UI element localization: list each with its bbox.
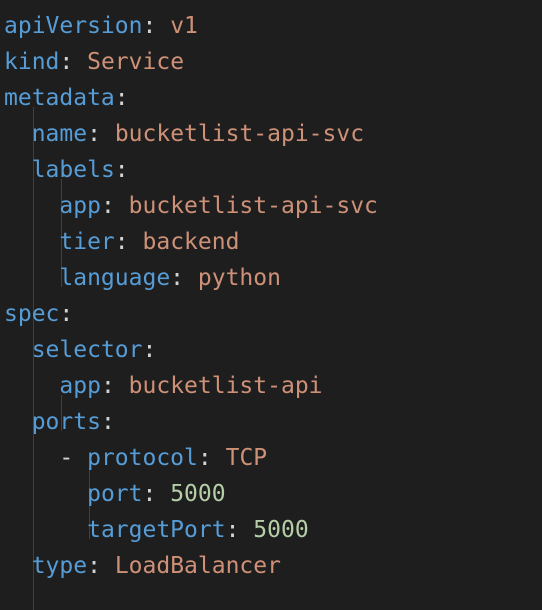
yaml-key: metadata [4, 85, 115, 111]
colon: : [142, 337, 157, 363]
colon: : [87, 553, 101, 579]
list-dash: - [59, 445, 88, 471]
yaml-key: kind [4, 49, 60, 75]
colon: : [225, 517, 240, 543]
yaml-value: 5000 [253, 517, 309, 543]
code-line: language: python [4, 260, 281, 296]
colon: : [197, 445, 212, 471]
colon: : [170, 265, 185, 291]
code-line: kind: Service [4, 44, 184, 80]
colon: : [59, 301, 74, 327]
yaml-key: type [31, 553, 88, 579]
yaml-value: TCP [225, 445, 268, 471]
yaml-key: app [59, 373, 101, 399]
yaml-key: targetPort [87, 517, 226, 543]
yaml-key: labels [31, 157, 115, 183]
yaml-key: protocol [87, 445, 198, 471]
yaml-key: app [59, 193, 101, 219]
code-line: selector: [4, 332, 157, 368]
colon: : [100, 409, 115, 435]
code-line: - protocol: TCP [4, 440, 267, 476]
yaml-key: apiVersion [4, 13, 143, 39]
code-line: app: bucketlist-api [4, 368, 323, 404]
colon: : [114, 229, 129, 255]
code-line: spec: [4, 296, 73, 332]
yaml-key: tier [59, 229, 115, 255]
colon: : [100, 193, 115, 219]
colon: : [142, 481, 157, 507]
yaml-value: 5000 [170, 481, 226, 507]
colon: : [59, 49, 74, 75]
colon: : [114, 85, 129, 111]
yaml-value: backend [142, 229, 240, 255]
colon: : [142, 13, 157, 39]
yaml-key: ports [31, 409, 101, 435]
code-line: ports: [4, 404, 115, 440]
yaml-key: port [87, 481, 143, 507]
yaml-value: Service [87, 49, 185, 75]
yaml-key: name [31, 121, 88, 147]
code-editor[interactable]: apiVersion: v1 kind: Service metadata: nam… [0, 0, 542, 610]
colon: : [114, 157, 129, 183]
yaml-key: spec [4, 301, 60, 327]
yaml-value: bucketlist-api-svc [128, 193, 378, 219]
colon: : [100, 373, 115, 399]
code-line: apiVersion: v1 [4, 8, 198, 44]
code-line: metadata: [4, 80, 129, 116]
yaml-value: bucketlist-api-svc [114, 121, 365, 147]
colon: : [87, 121, 101, 147]
code-line: labels: [4, 152, 129, 188]
code-line: port: 5000 [4, 476, 226, 512]
yaml-key: language [59, 265, 171, 291]
code-line: app: bucketlist-api-svc [4, 188, 378, 224]
yaml-key: selector [31, 337, 143, 363]
yaml-value: python [197, 265, 281, 291]
code-line: name: bucketlist-api-svc [4, 116, 364, 152]
yaml-value: bucketlist-api [128, 373, 323, 399]
yaml-value: v1 [170, 13, 198, 39]
code-line: type: LoadBalancer [4, 548, 281, 584]
code-line: tier: backend [4, 224, 239, 260]
code-line: targetPort: 5000 [4, 512, 309, 548]
yaml-value: LoadBalancer [114, 553, 281, 579]
